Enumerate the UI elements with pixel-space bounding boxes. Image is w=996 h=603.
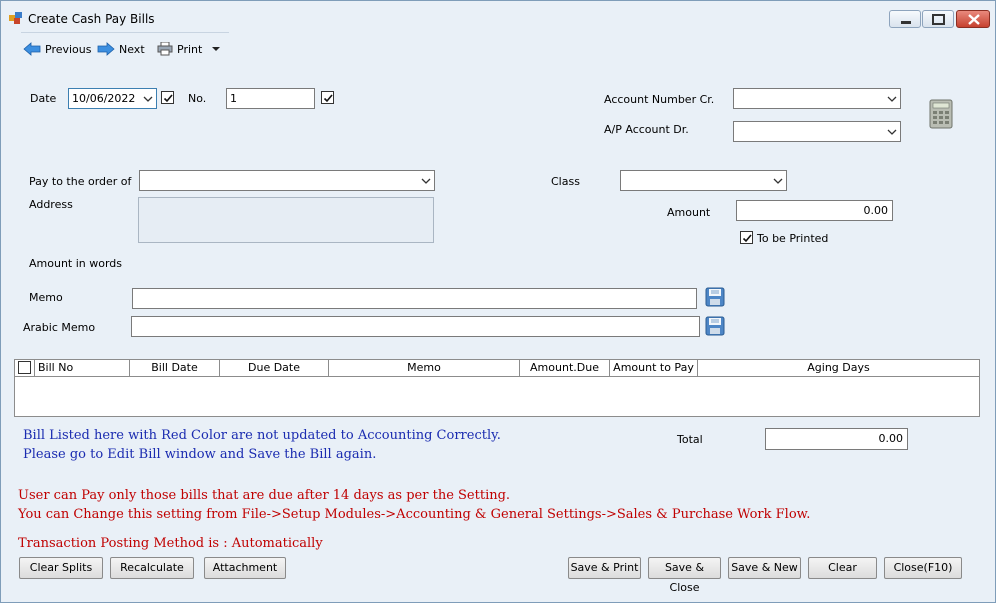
app-window-icon: [9, 12, 22, 24]
minimize-icon: [901, 21, 911, 24]
print-dropdown-button[interactable]: Print: [157, 41, 222, 57]
select-all-header[interactable]: [15, 360, 35, 377]
chevron-down-icon: [887, 129, 897, 135]
ap-account-label: A/P Account Dr.: [604, 123, 689, 136]
col-memo[interactable]: Memo: [329, 360, 520, 377]
checkmark-icon: [323, 94, 333, 103]
toolbar-separator: [21, 32, 229, 33]
account-cr-select[interactable]: [733, 88, 901, 109]
col-amount-due[interactable]: Amount.Due: [520, 360, 610, 377]
arabic-memo-label: Arabic Memo: [23, 321, 96, 334]
col-aging-days[interactable]: Aging Days: [698, 360, 979, 377]
next-button[interactable]: Next: [97, 41, 145, 57]
to-be-printed-label: To be Printed: [757, 232, 829, 245]
class-select[interactable]: [620, 170, 787, 191]
amount-input[interactable]: 0.00: [736, 200, 893, 221]
chevron-down-icon: [143, 96, 153, 102]
minimize-button[interactable]: [889, 10, 921, 28]
close-f10-button[interactable]: Close(F10): [884, 557, 962, 579]
close-icon: [968, 14, 980, 25]
total-input: 0.00: [765, 428, 908, 450]
memo-input[interactable]: [132, 288, 697, 309]
col-bill-date[interactable]: Bill Date: [130, 360, 220, 377]
address-box: [138, 197, 434, 243]
floppy-disk-icon[interactable]: [705, 316, 725, 336]
floppy-disk-icon[interactable]: [705, 287, 725, 307]
print-label: Print: [177, 42, 203, 56]
create-cash-pay-bills-window: Create Cash Pay Bills Previous Next Prin…: [0, 0, 996, 603]
date-label: Date: [30, 92, 57, 105]
next-label: Next: [119, 42, 145, 56]
grid-header: Bill No Bill Date Due Date Memo Amount.D…: [15, 360, 979, 377]
printer-icon: [157, 42, 173, 56]
caret-down-icon: [212, 47, 221, 51]
to-be-printed-checkbox[interactable]: [740, 231, 753, 244]
amount-label: Amount: [667, 206, 711, 219]
close-button[interactable]: [956, 10, 990, 28]
title-bar[interactable]: Create Cash Pay Bills: [1, 1, 995, 35]
previous-button[interactable]: Previous: [23, 41, 92, 57]
amount-value: 0.00: [863, 204, 889, 217]
save-close-button[interactable]: Save & Close: [648, 557, 721, 594]
clear-button[interactable]: Clear: [808, 557, 877, 579]
arabic-memo-input[interactable]: [131, 316, 700, 337]
chevron-down-icon: [773, 178, 783, 184]
address-label: Address: [29, 198, 73, 211]
date-value: 10/06/2022: [72, 92, 136, 105]
account-cr-label: Account Number Cr.: [604, 93, 715, 106]
maximize-icon: [932, 14, 945, 25]
window-title: Create Cash Pay Bills: [28, 12, 155, 26]
save-new-button[interactable]: Save & New: [728, 557, 801, 579]
notice-change-setting: You can Change this setting from File->S…: [18, 507, 811, 522]
notice-edit-bill: Please go to Edit Bill window and Save t…: [23, 447, 377, 462]
arrow-right-icon: [97, 42, 115, 56]
clear-splits-button[interactable]: Clear Splits: [19, 557, 103, 579]
col-amount-to-pay[interactable]: Amount to Pay: [610, 360, 698, 377]
class-label: Class: [551, 175, 580, 188]
checkmark-icon: [163, 94, 173, 103]
total-label: Total: [677, 433, 703, 446]
col-bill-no[interactable]: Bill No: [35, 360, 130, 377]
save-print-button[interactable]: Save & Print: [568, 557, 641, 579]
no-label: No.: [188, 92, 207, 105]
ap-account-select[interactable]: [733, 121, 901, 142]
recalculate-button[interactable]: Recalculate: [110, 557, 194, 579]
arrow-left-icon: [23, 42, 41, 56]
select-all-checkbox[interactable]: [18, 361, 31, 374]
chevron-down-icon: [421, 178, 431, 184]
previous-label: Previous: [45, 42, 92, 56]
pay-to-select[interactable]: [139, 170, 435, 191]
bills-grid[interactable]: Bill No Bill Date Due Date Memo Amount.D…: [14, 359, 980, 417]
checkmark-icon: [742, 234, 752, 243]
calculator-icon[interactable]: [929, 99, 953, 129]
col-due-date[interactable]: Due Date: [220, 360, 329, 377]
attachment-button[interactable]: Attachment: [204, 557, 286, 579]
notice-due-days: User can Pay only those bills that are d…: [18, 488, 511, 503]
chevron-down-icon: [887, 96, 897, 102]
total-value: 0.00: [878, 432, 904, 445]
no-checkbox[interactable]: [321, 91, 334, 104]
memo-label: Memo: [29, 291, 63, 304]
no-input[interactable]: 1: [226, 88, 315, 109]
notice-red-color-bills: Bill Listed here with Red Color are not …: [23, 428, 501, 443]
maximize-button[interactable]: [922, 10, 954, 28]
no-value: 1: [230, 92, 237, 105]
date-picker[interactable]: 10/06/2022: [68, 88, 157, 109]
posting-method-text: Transaction Posting Method is : Automati…: [18, 536, 323, 551]
date-checkbox[interactable]: [161, 91, 174, 104]
pay-to-label: Pay to the order of: [29, 175, 132, 188]
amount-in-words-label: Amount in words: [29, 257, 123, 270]
